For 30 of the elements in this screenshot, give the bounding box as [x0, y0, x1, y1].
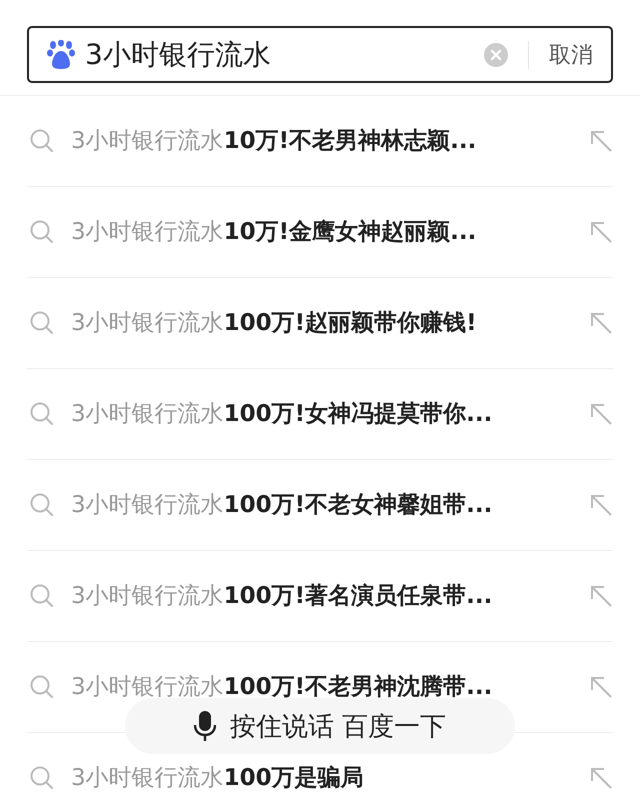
search-icon [29, 492, 55, 518]
search-icon [29, 401, 55, 427]
search-icon [29, 765, 55, 791]
search-icon [29, 583, 55, 609]
suggestion-text[interactable]: 3小时银行流水100万是骗局 [71, 765, 573, 791]
suggestion-text[interactable]: 3小时银行流水100万!女神冯提莫带你... [71, 401, 573, 427]
arrow-icon[interactable] [589, 493, 613, 517]
paw-logo-icon [47, 40, 75, 70]
search-icon [29, 128, 55, 154]
suggestion-text[interactable]: 3小时银行流水100万!赵丽颖带你赚钱! [71, 310, 573, 336]
microphone-icon [194, 711, 216, 741]
suggestion-text[interactable]: 3小时银行流水10万!金鹰女神赵丽颖... [71, 219, 573, 245]
suggestion-text[interactable]: 3小时银行流水100万!不老男神沈腾带... [71, 674, 573, 700]
arrow-icon[interactable] [589, 766, 613, 790]
search-icon [29, 310, 55, 336]
voice-search-button[interactable]: 按住说话 百度一下 [125, 698, 515, 754]
arrow-icon[interactable] [589, 675, 613, 699]
arrow-icon[interactable] [589, 220, 613, 244]
suggestion-text[interactable]: 3小时银行流水100万!著名演员任泉带... [71, 583, 573, 609]
arrow-icon[interactable] [589, 402, 613, 426]
arrow-icon[interactable] [589, 584, 613, 608]
arrow-icon[interactable] [589, 311, 613, 335]
suggestion-text[interactable]: 3小时银行流水10万!不老男神林志颖... [71, 128, 573, 154]
search-icon [29, 674, 55, 700]
arrow-icon[interactable] [589, 129, 613, 153]
search-icon [29, 219, 55, 245]
clear-icon[interactable] [484, 42, 508, 66]
search-field[interactable]: 3小时银行流水 取消 [27, 26, 613, 83]
cancel-button[interactable]: 取消 [549, 40, 593, 70]
suggestion-text[interactable]: 3小时银行流水100万!不老女神馨姐带... [71, 492, 573, 518]
